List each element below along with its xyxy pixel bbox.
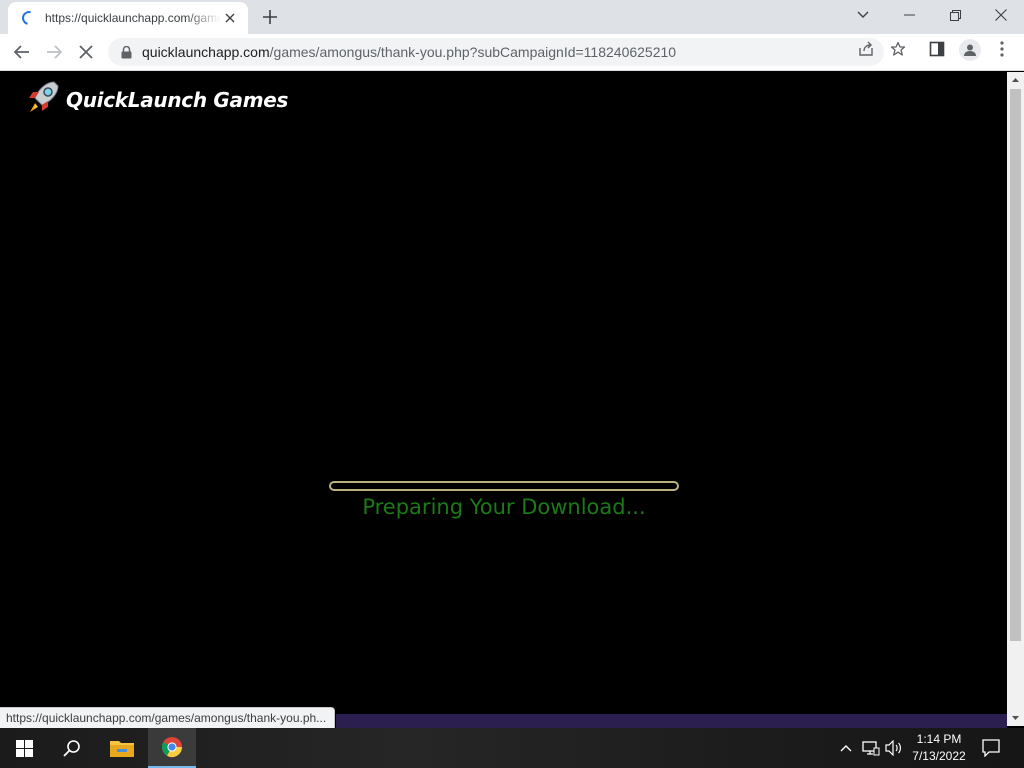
restore-button[interactable] xyxy=(932,0,978,30)
site-logo[interactable]: QuickLaunch Games xyxy=(24,78,288,121)
close-window-button[interactable] xyxy=(978,0,1024,30)
download-progress-bar xyxy=(329,481,679,491)
file-explorer-button[interactable] xyxy=(98,728,146,768)
preparing-download-text: Preparing Your Download... xyxy=(362,495,646,519)
url-text[interactable]: quicklaunchapp.com/games/amongus/thank-y… xyxy=(142,44,676,60)
volume-icon[interactable] xyxy=(884,738,904,758)
url-host: quicklaunchapp.com xyxy=(142,44,270,60)
windows-logo-icon xyxy=(15,739,33,757)
search-icon xyxy=(63,740,80,757)
tab-title: https://quicklaunchapp.com/games/amongus… xyxy=(45,11,221,25)
clock-date: 7/13/2022 xyxy=(912,749,966,763)
stop-loading-button[interactable] xyxy=(71,38,101,66)
search-button[interactable] xyxy=(48,728,96,768)
tab-close-icon[interactable] xyxy=(222,10,238,26)
profile-avatar-icon[interactable] xyxy=(959,39,981,61)
loading-spinner-icon xyxy=(19,8,39,28)
show-hidden-icons-chevron-icon[interactable] xyxy=(836,738,856,758)
windows-taskbar: 1:14 PM 7/13/2022 xyxy=(0,728,1024,768)
url-path: /games/amongus/thank-you.php?subCampaign… xyxy=(269,44,677,60)
link-status-bubble: https://quicklaunchapp.com/games/amongus… xyxy=(0,707,336,728)
browser-tab[interactable]: https://quicklaunchapp.com/games/amongus… xyxy=(8,2,248,34)
side-panel-icon[interactable] xyxy=(928,40,946,58)
page-scrollbar[interactable] xyxy=(1007,72,1024,726)
chrome-icon xyxy=(161,737,183,758)
new-tab-button[interactable] xyxy=(258,6,282,28)
scroll-up-arrow-icon[interactable] xyxy=(1007,72,1024,88)
notifications-icon[interactable] xyxy=(978,736,1004,760)
page-footer-strip xyxy=(336,714,1007,728)
network-icon[interactable] xyxy=(861,738,881,758)
taskbar-clock[interactable]: 1:14 PM 7/13/2022 xyxy=(904,731,974,765)
rocket-icon xyxy=(24,78,62,121)
start-button[interactable] xyxy=(0,728,48,768)
scrollbar-thumb[interactable] xyxy=(1010,89,1021,641)
folder-icon xyxy=(110,741,134,757)
minimize-button[interactable] xyxy=(886,0,932,30)
chrome-taskbar-button[interactable] xyxy=(148,728,196,768)
brand-name: QuickLaunch Games xyxy=(66,87,289,112)
lock-icon[interactable] xyxy=(118,44,134,60)
back-button[interactable] xyxy=(7,38,37,66)
web-page-content: QuickLaunch Games Preparing Your Downloa… xyxy=(0,72,1007,714)
address-bar[interactable]: quicklaunchapp.com/games/amongus/thank-y… xyxy=(108,38,884,66)
menu-kebab-icon[interactable] xyxy=(993,40,1011,58)
share-icon[interactable] xyxy=(857,40,875,58)
tab-strip: https://quicklaunchapp.com/games/amongus… xyxy=(0,0,1024,34)
forward-button[interactable] xyxy=(39,38,69,66)
tab-search-chevron-icon[interactable] xyxy=(840,0,886,30)
clock-time: 1:14 PM xyxy=(916,732,962,746)
bookmark-star-icon[interactable] xyxy=(889,40,907,58)
scroll-down-arrow-icon[interactable] xyxy=(1007,710,1024,726)
browser-toolbar: quicklaunchapp.com/games/amongus/thank-y… xyxy=(0,34,1024,71)
